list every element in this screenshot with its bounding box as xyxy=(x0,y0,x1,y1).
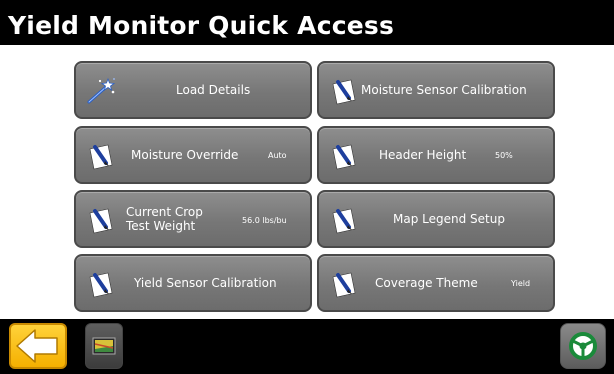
tile-label: Yield Sensor Calibration xyxy=(134,276,277,290)
steering-button[interactable] xyxy=(560,323,606,369)
pencil-paper-icon xyxy=(332,208,356,234)
steering-wheel-icon xyxy=(569,332,597,360)
page-title: Yield Monitor Quick Access xyxy=(8,11,395,40)
tile-label: Load Details xyxy=(176,83,251,97)
tile-value: 56.0 lbs/bu xyxy=(242,216,287,225)
pencil-paper-icon xyxy=(332,79,356,105)
quick-access-grid: Load Details Moisture Sensor Calibration… xyxy=(0,45,614,319)
current-crop-test-weight-button[interactable]: Current Crop Test Weight 56.0 lbs/bu xyxy=(74,190,312,248)
load-details-button[interactable]: Load Details xyxy=(74,61,312,119)
wand-icon xyxy=(87,77,116,104)
tile-value: Auto xyxy=(268,151,287,160)
tile-label: Current Crop Test Weight xyxy=(126,205,203,233)
back-button[interactable] xyxy=(9,323,67,369)
pencil-paper-icon xyxy=(89,272,113,298)
title-bar: Yield Monitor Quick Access xyxy=(0,0,614,45)
tile-label-line-1: Current Crop xyxy=(126,205,203,219)
bottom-toolbar xyxy=(0,319,614,374)
yield-sensor-calibration-button[interactable]: Yield Sensor Calibration xyxy=(74,254,312,312)
tile-label-line-2: Test Weight xyxy=(126,219,196,233)
tile-value: 50% xyxy=(495,151,513,160)
coverage-theme-button[interactable]: Coverage Theme Yield xyxy=(317,254,555,312)
map-view-button[interactable] xyxy=(85,323,123,369)
header-height-button[interactable]: Header Height 50% xyxy=(317,126,555,184)
tile-label: Moisture Sensor Calibration xyxy=(361,83,527,97)
pencil-paper-icon xyxy=(332,144,356,170)
moisture-override-button[interactable]: Moisture Override Auto xyxy=(74,126,312,184)
back-arrow-icon xyxy=(16,329,58,363)
tile-label: Map Legend Setup xyxy=(393,212,505,226)
pencil-paper-icon xyxy=(332,272,356,298)
pencil-paper-icon xyxy=(89,144,113,170)
tile-value: Yield xyxy=(511,279,531,288)
pencil-paper-icon xyxy=(89,208,113,234)
map-view-icon xyxy=(92,337,116,355)
tile-label: Moisture Override xyxy=(131,148,239,162)
tile-label: Header Height xyxy=(379,148,467,162)
moisture-sensor-calibration-button[interactable]: Moisture Sensor Calibration xyxy=(317,61,555,119)
map-legend-setup-button[interactable]: Map Legend Setup xyxy=(317,190,555,248)
tile-label: Coverage Theme xyxy=(375,276,478,290)
